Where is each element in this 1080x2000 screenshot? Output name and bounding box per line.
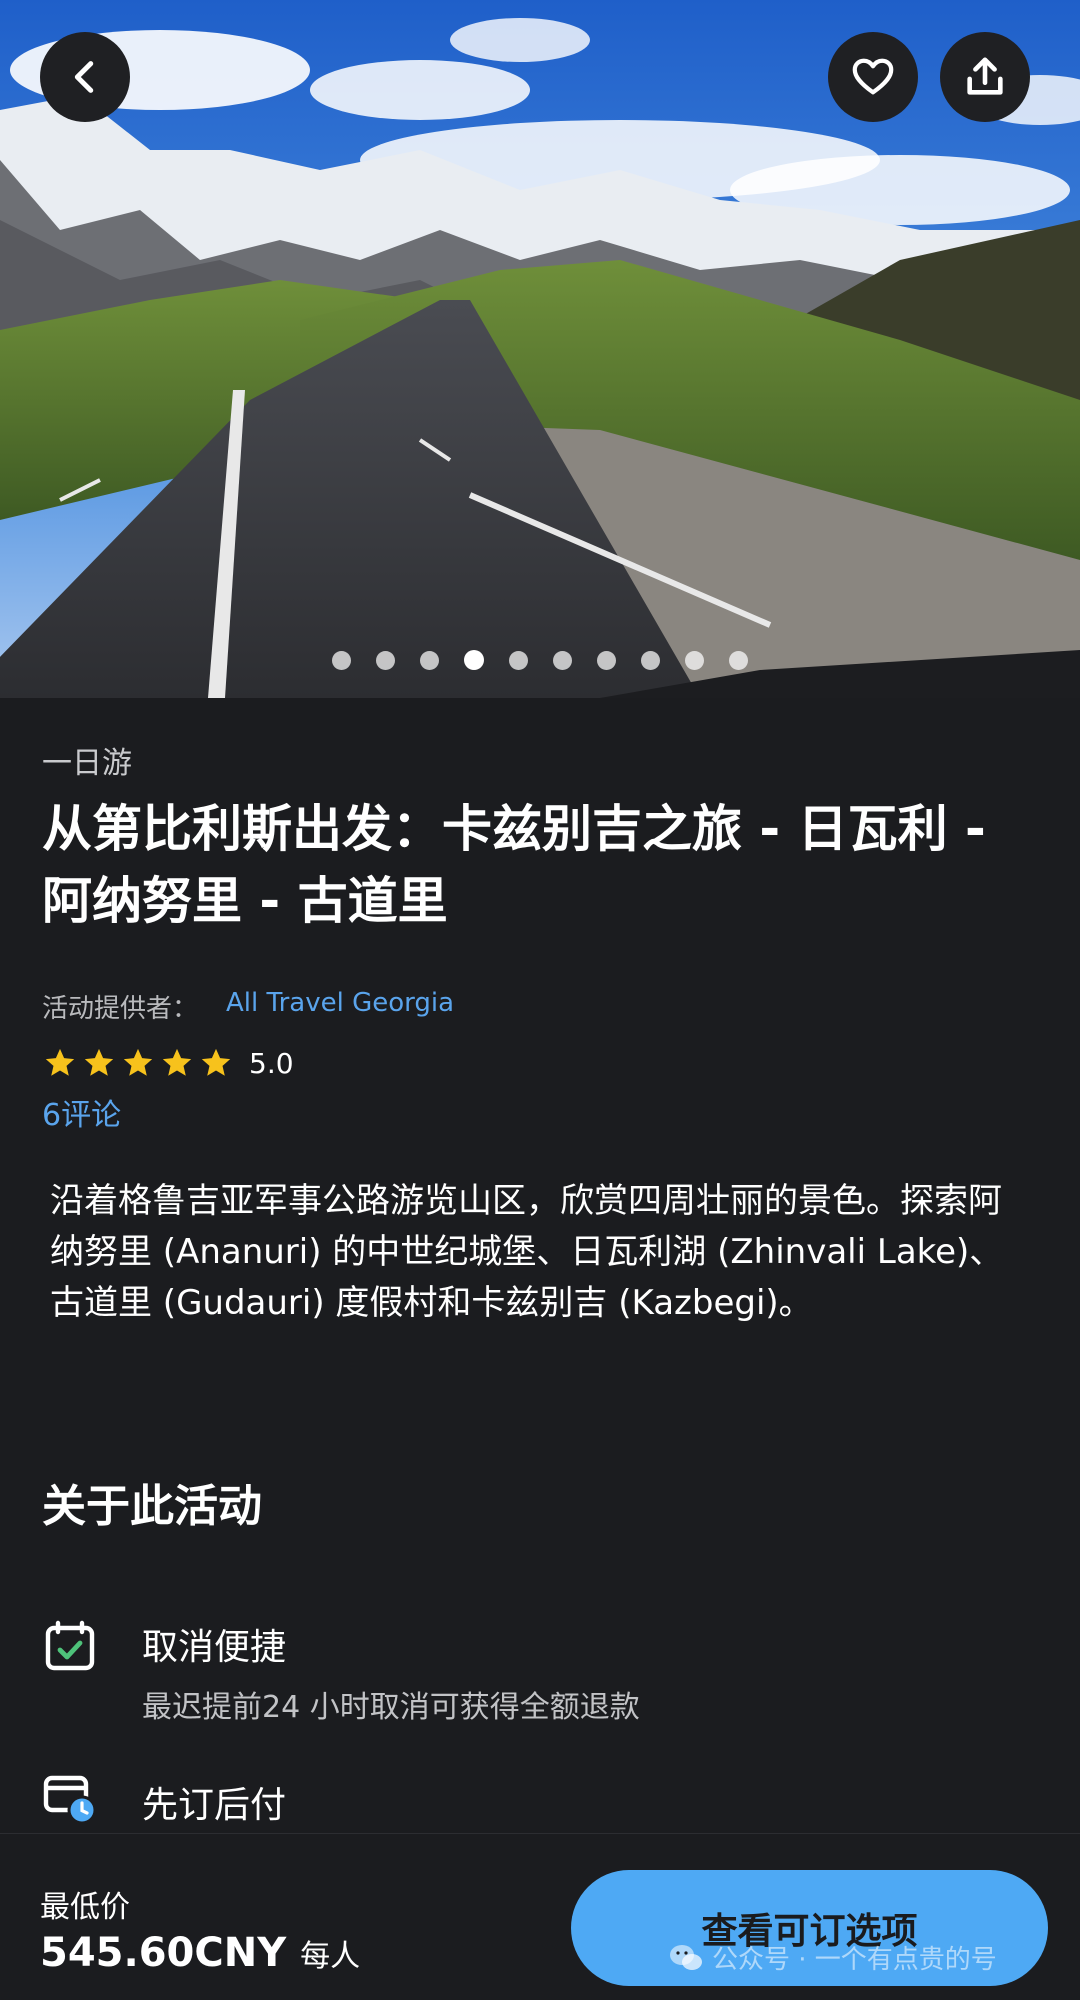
favorite-button[interactable] [828, 32, 918, 122]
carousel-dot[interactable] [332, 650, 351, 670]
activity-category: 一日游 [42, 746, 132, 781]
activity-info: 一日游 从第比利斯出发：卡兹别吉之旅 - 日瓦利 - 阿纳努里 - 古道里 活动… [0, 698, 1080, 1833]
booking-bar: 最低价 545.60CNY 每人 查看可订选项 公众号 · 一个有点贵的号 [0, 1833, 1080, 2000]
share-button[interactable] [940, 32, 1030, 122]
carousel-dot[interactable] [685, 650, 704, 670]
carousel-dot[interactable] [509, 650, 528, 670]
carousel-dot[interactable] [597, 650, 616, 670]
about-section-title: 关于此活动 [42, 1481, 262, 1532]
carousel-dot[interactable] [376, 650, 395, 670]
provider-label: 活动提供者： [42, 994, 199, 1024]
carousel-dot[interactable] [420, 650, 439, 670]
star-icon [201, 1048, 231, 1076]
feature-book-now-pay-later-title: 先订后付 [142, 1785, 287, 1826]
calendar-check-icon [45, 1620, 95, 1671]
price-unit: 每人 [300, 1939, 361, 1974]
feature-free-cancellation-title: 取消便捷 [142, 1627, 287, 1668]
watermark-text: 公众号 · 一个有点贵的号 [712, 1945, 997, 1975]
activity-title: 从第比利斯出发：卡兹别吉之旅 - 日瓦利 - 阿纳努里 - 古道里 [42, 800, 986, 930]
rating-score: 5.0 [249, 1046, 294, 1080]
carousel-dot[interactable] [641, 650, 660, 670]
star-icon [162, 1048, 192, 1076]
carousel-indicator [0, 648, 1080, 672]
provider-link[interactable]: All Travel Georgia [226, 988, 454, 1025]
activity-description: 沿着格鲁吉亚军事公路游览山区，欣赏四周壮丽的景色。探索阿纳努里 (Ananuri… [50, 1181, 1004, 1323]
star-icon [45, 1048, 75, 1076]
provider-row: 活动提供者： All Travel Georgia [42, 988, 454, 1025]
rating-row: 5.0 [42, 1046, 294, 1080]
activity-detail-page: 一日游 从第比利斯出发：卡兹别吉之旅 - 日瓦利 - 阿纳努里 - 古道里 活动… [0, 0, 1080, 2000]
hero-image-carousel[interactable] [0, 0, 1080, 698]
hero-photo [0, 0, 1080, 698]
star-icon [123, 1048, 153, 1076]
watermark: 公众号 · 一个有点贵的号 [668, 1939, 997, 1976]
carousel-dot[interactable] [553, 650, 572, 670]
price-amount: 545.60CNY [40, 1930, 287, 1976]
carousel-dot[interactable] [729, 650, 748, 670]
share-upload-icon [967, 57, 1003, 95]
price-label: 最低价 [40, 1890, 130, 1925]
carousel-dot[interactable] [464, 650, 484, 670]
star-icon [84, 1048, 114, 1076]
back-button[interactable] [40, 32, 130, 122]
feature-free-cancellation-subtitle: 最迟提前24 小时取消可获得全额退款 [142, 1690, 640, 1725]
wechat-icon [670, 1944, 702, 1970]
star-rating [42, 1046, 237, 1080]
heart-icon [852, 58, 894, 95]
chevron-left-icon [74, 61, 94, 93]
card-clock-icon [43, 1775, 97, 1825]
price-row: 545.60CNY 每人 [40, 1930, 360, 1976]
reviews-link[interactable]: 6评论 [42, 1090, 121, 1134]
